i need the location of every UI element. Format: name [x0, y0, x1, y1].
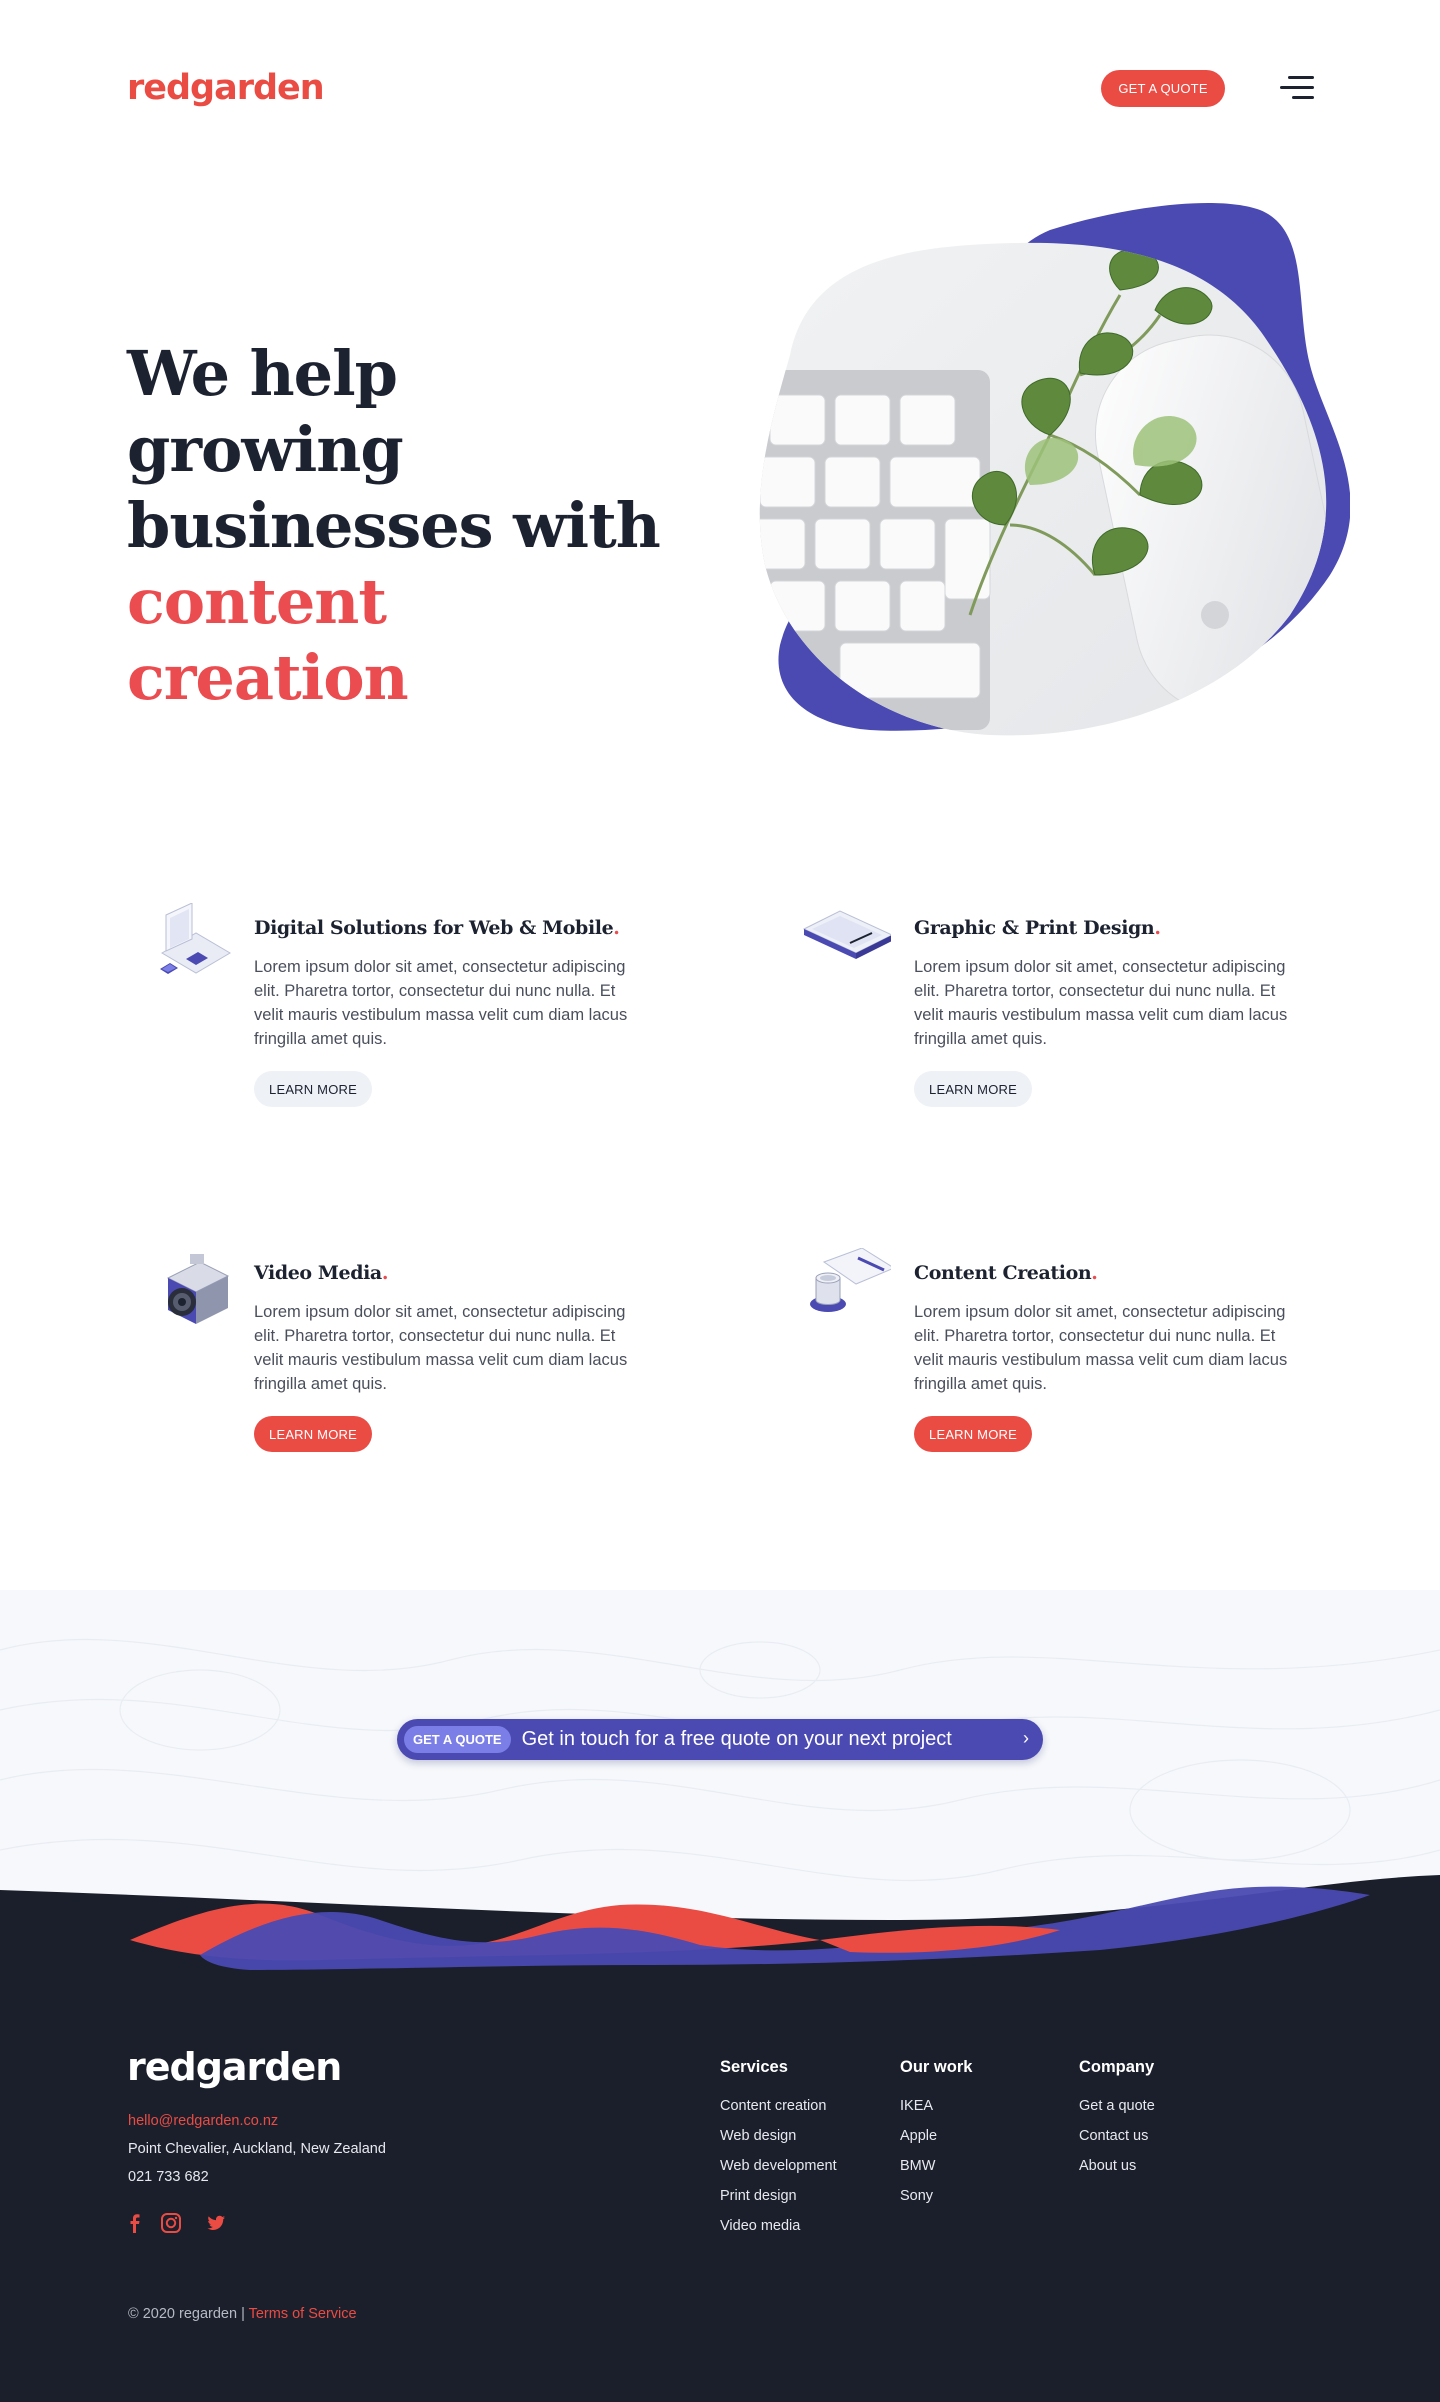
service-description: Lorem ipsum dolor sit amet, consectetur … — [254, 1303, 628, 1393]
service-title: Digital Solutions for Web & Mobile. — [254, 917, 620, 939]
service-title: Graphic & Print Design. — [914, 917, 1161, 939]
copyright-notice: © 2020 regarden | Terms of Service — [128, 2306, 357, 2322]
hero-title-accent: content creation — [127, 565, 409, 714]
copyright-text: © 2020 regarden | — [128, 2306, 249, 2322]
service-title: Video Media. — [254, 1262, 389, 1284]
footer-link[interactable]: Web development — [720, 2157, 837, 2187]
get-a-quote-button[interactable]: GET A QUOTE — [1101, 70, 1225, 107]
footer-address: Point Chevalier, Auckland, New Zealand — [128, 2141, 386, 2157]
learn-more-button[interactable]: LEARN MORE — [914, 1416, 1032, 1452]
footer-phone: 021 733 682 — [128, 2169, 209, 2185]
footer-link[interactable]: Video media — [720, 2217, 837, 2247]
footer-column-heading: Our work — [900, 2058, 973, 2076]
twitter-icon[interactable] — [205, 2212, 227, 2234]
instagram-icon[interactable] — [160, 2212, 182, 2234]
quote-cta-banner[interactable]: GET A QUOTE Get in touch for a free quot… — [397, 1719, 1043, 1760]
laptop-phone-icon — [160, 903, 231, 974]
facebook-icon[interactable] — [124, 2212, 146, 2234]
coffee-notebook-icon — [810, 1248, 891, 1312]
footer-email-link[interactable]: hello@redgarden.co.nz — [128, 2113, 278, 2129]
camera-icon — [166, 1254, 230, 1324]
footer-logo[interactable]: redgarden — [127, 2045, 342, 2089]
footer-link[interactable]: IKEA — [900, 2097, 972, 2127]
service-description: Lorem ipsum dolor sit amet, consectetur … — [914, 1303, 1288, 1393]
learn-more-button[interactable]: LEARN MORE — [254, 1416, 372, 1452]
site-header: redgarden GET A QUOTE — [0, 0, 1440, 180]
terms-of-service-link[interactable]: Terms of Service — [249, 2306, 357, 2322]
hamburger-menu-icon[interactable] — [1278, 76, 1314, 100]
hero-title-line-2: businesses with — [127, 489, 661, 562]
footer-link[interactable]: Get a quote — [1079, 2097, 1155, 2127]
learn-more-button[interactable]: LEARN MORE — [914, 1071, 1032, 1107]
brand-logo[interactable]: redgarden — [127, 68, 325, 108]
footer-column-company: Company Get a quote Contact us About us — [1079, 2058, 1155, 2187]
footer-link[interactable]: Apple — [900, 2127, 972, 2157]
service-description: Lorem ipsum dolor sit amet, consectetur … — [914, 958, 1288, 1048]
learn-more-button[interactable]: LEARN MORE — [254, 1071, 372, 1107]
service-description: Lorem ipsum dolor sit amet, consectetur … — [254, 958, 628, 1048]
footer-link[interactable]: About us — [1079, 2157, 1155, 2187]
footer-link[interactable]: Print design — [720, 2187, 837, 2217]
footer-link[interactable]: Contact us — [1079, 2127, 1155, 2157]
footer-column-heading: Services — [720, 2058, 788, 2076]
footer-link[interactable]: Web design — [720, 2127, 837, 2157]
footer-column-our-work: Our work IKEA Apple BMW Sony — [900, 2058, 972, 2217]
hero-image — [759, 202, 1350, 736]
footer-link[interactable]: BMW — [900, 2157, 972, 2187]
hero-title-line-1: We help growing — [127, 337, 404, 486]
service-title: Content Creation. — [914, 1262, 1098, 1284]
cta-text: Get in touch for a free quote on your ne… — [521, 1728, 952, 1750]
tablet-pen-icon — [802, 910, 891, 959]
footer-column-heading: Company — [1079, 2058, 1155, 2076]
footer-link[interactable]: Sony — [900, 2187, 972, 2217]
hero-title: We help growing businesses with content … — [127, 336, 687, 716]
chevron-right-icon: › — [1023, 1728, 1029, 1748]
decorative-waves — [0, 1875, 1440, 2010]
footer-link[interactable]: Content creation — [720, 2097, 837, 2127]
footer-column-services: Services Content creation Web design Web… — [720, 2058, 837, 2247]
cta-badge: GET A QUOTE — [404, 1726, 511, 1753]
